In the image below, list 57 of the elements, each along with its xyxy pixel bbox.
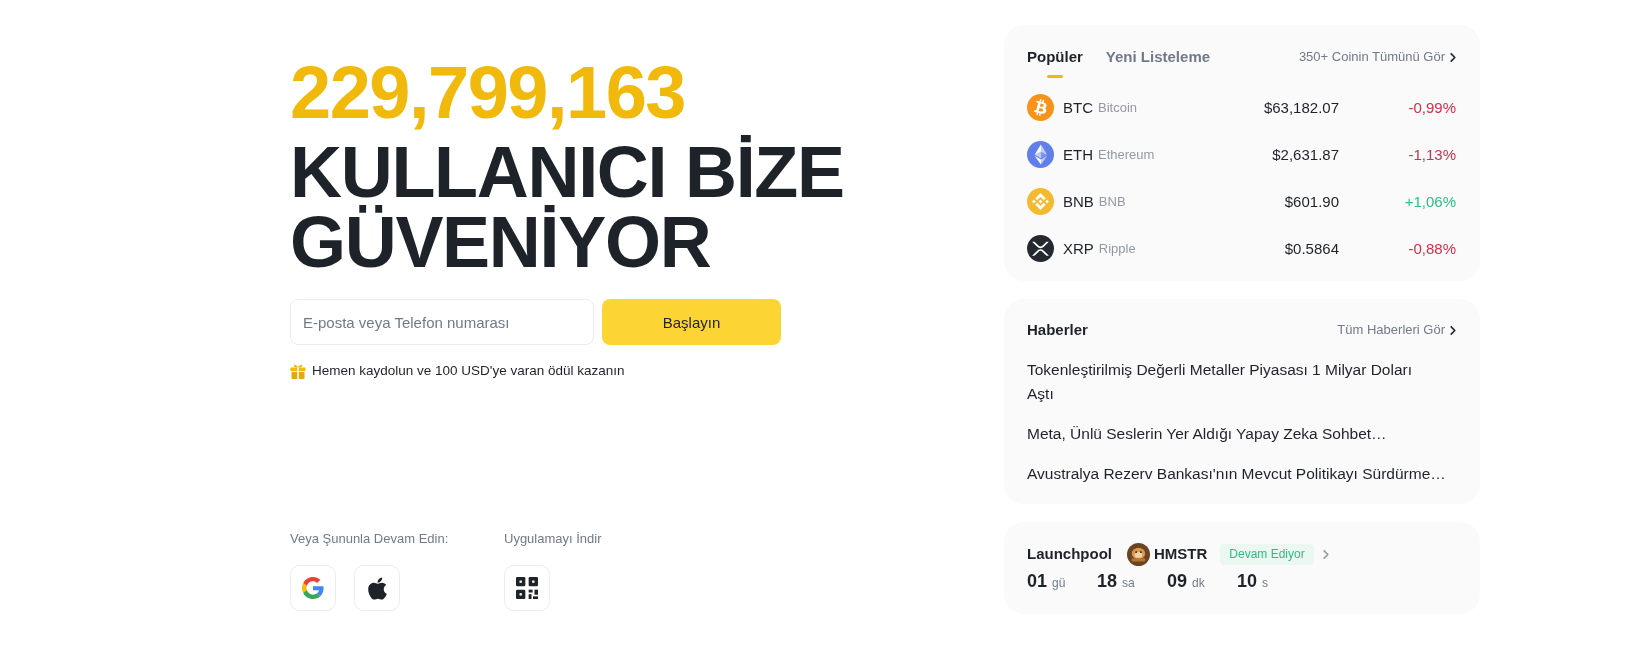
user-count: 229,799,163	[290, 54, 686, 132]
coin-icon	[1027, 188, 1054, 215]
coin-change: -1,13%	[1408, 144, 1456, 165]
countdown-value: 18	[1097, 570, 1118, 592]
coin-change: -0,88%	[1408, 238, 1456, 259]
countdown-unit: s	[1262, 575, 1269, 591]
news-title: Haberler	[1027, 320, 1088, 340]
countdown-value: 10	[1237, 570, 1258, 592]
coin-name: BNB	[1098, 192, 1126, 211]
coin-symbol: BTC	[1063, 97, 1093, 118]
qr-code-button[interactable]	[504, 565, 550, 611]
countdown-unit: dk	[1192, 575, 1205, 591]
all-news-link[interactable]: Tüm Haberleri Gör	[1337, 320, 1456, 340]
gift-icon	[290, 363, 306, 379]
countdown-value: 01	[1027, 570, 1048, 592]
apple-icon	[367, 576, 387, 600]
coin-icon	[1027, 235, 1054, 262]
chevron-right-icon	[1450, 52, 1456, 62]
countdown-unit: sa	[1122, 575, 1135, 591]
coin-change: -0,99%	[1408, 97, 1456, 118]
news-link[interactable]: Avustralya Rezerv Bankası'nın Mevcut Politikayı Sürdürme…	[1027, 462, 1446, 486]
token-logo-icon	[1127, 542, 1150, 566]
market-tab[interactable]: Popüler	[1027, 47, 1083, 78]
coin-change: +1,06%	[1404, 191, 1456, 212]
coin-symbol: BNB	[1063, 191, 1094, 212]
google-icon	[302, 577, 324, 599]
headline: KULLANICI BİZE GÜVENİYOR	[290, 137, 845, 277]
launchpool-title: Launchpool	[1027, 544, 1112, 564]
coin-price: $0.5864	[1284, 238, 1339, 259]
coin-name: Bitcoin	[1098, 98, 1138, 117]
coin-name: Ethereum	[1098, 145, 1155, 164]
market-tab[interactable]: Yeni Listeleme	[1105, 47, 1211, 67]
promo-text: Hemen kaydolun ve 100 USD'ye varan ödül kazanın	[312, 362, 625, 380]
chevron-right-icon	[1322, 549, 1329, 559]
coin-icon	[1027, 94, 1054, 121]
coin-price: $63,182.07	[1263, 97, 1339, 118]
coin-symbol: XRP	[1063, 238, 1094, 259]
token-symbol: HMSTR	[1154, 544, 1208, 564]
section-label: Veya Şununla Devam Edin:	[290, 530, 449, 548]
coin-price: $2,631.87	[1272, 144, 1339, 165]
status-badge: Devam Ediyor	[1220, 543, 1314, 565]
section-label: Uygulamayı İndir	[504, 530, 602, 548]
countdown-value: 09	[1167, 570, 1188, 592]
coin-name: Ripple	[1098, 239, 1136, 258]
start-button[interactable]: Başlayın	[602, 299, 781, 345]
chevron-right-icon	[1450, 325, 1456, 335]
news-link[interactable]: Meta, Ünlü Seslerin Yer Aldığı Yapay Zeka Sohbet…	[1027, 422, 1387, 446]
countdown-unit: gü	[1052, 575, 1066, 591]
email-input-field[interactable]: E-posta veya Telefon numarası	[290, 299, 594, 345]
coin-price: $601.90	[1284, 191, 1339, 212]
news-link[interactable]: Tokenleştirilmiş Değerli Metaller Piyasası 1 Milyar Doları Aştı	[1027, 358, 1413, 406]
all-coins-link[interactable]: 350+ Coinin Tümünü Gör	[1298, 47, 1456, 67]
coin-symbol: ETH	[1063, 144, 1093, 165]
apple-button[interactable]	[354, 565, 400, 611]
coin-icon	[1027, 141, 1054, 168]
google-button[interactable]	[290, 565, 336, 611]
qr-code-icon	[516, 577, 538, 599]
